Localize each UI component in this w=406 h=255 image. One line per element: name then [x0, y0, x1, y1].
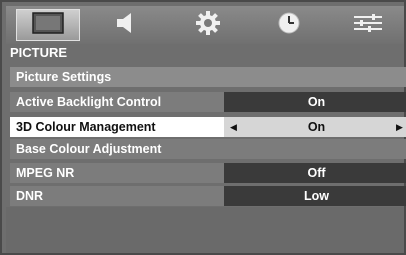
picture-icon: [31, 11, 65, 40]
menu-row-picture-settings[interactable]: Picture Settings: [10, 67, 406, 87]
tv-menu-screen: PICTURE Picture Settings Active Backligh…: [0, 0, 406, 255]
speaker-icon: [113, 11, 139, 40]
menu-row-label: Base Colour Adjustment: [16, 142, 162, 156]
sliders-icon: [352, 11, 384, 40]
menu-row-3d-colour-management[interactable]: 3D Colour Management On ◀ ▶: [10, 117, 406, 137]
menu-row-value[interactable]: Low: [224, 186, 406, 206]
menu-row-value[interactable]: Off: [224, 163, 406, 183]
menu-empty-area: [6, 207, 404, 253]
left-arrow-icon[interactable]: ◀: [230, 117, 237, 137]
tab-timer[interactable]: [257, 9, 321, 41]
menu-row-label: Picture Settings: [16, 70, 112, 84]
menu-row-mpeg-nr[interactable]: MPEG NR Off: [10, 163, 406, 183]
tab-options[interactable]: [336, 9, 400, 41]
menu-row-dnr[interactable]: DNR Low: [10, 186, 406, 206]
menu-row-value[interactable]: On: [224, 92, 406, 112]
menu-row-label: Active Backlight Control: [16, 95, 162, 109]
tab-sound[interactable]: [94, 9, 158, 41]
menu-row-label: DNR: [16, 189, 44, 203]
category-tab-bar: [6, 6, 404, 44]
clock-icon: [276, 10, 302, 41]
menu-row-label: 3D Colour Management: [16, 120, 156, 134]
menu-row-active-backlight-control[interactable]: Active Backlight Control On: [10, 92, 406, 112]
tab-setup[interactable]: [176, 9, 240, 41]
gear-icon: [195, 10, 221, 41]
menu-row-value[interactable]: On: [224, 117, 406, 137]
right-arrow-icon[interactable]: ▶: [396, 117, 403, 137]
tab-picture[interactable]: [16, 9, 80, 41]
page-title: PICTURE: [10, 45, 68, 60]
menu-row-label: MPEG NR: [16, 166, 75, 180]
menu-row-base-colour-adjustment[interactable]: Base Colour Adjustment: [10, 139, 406, 159]
